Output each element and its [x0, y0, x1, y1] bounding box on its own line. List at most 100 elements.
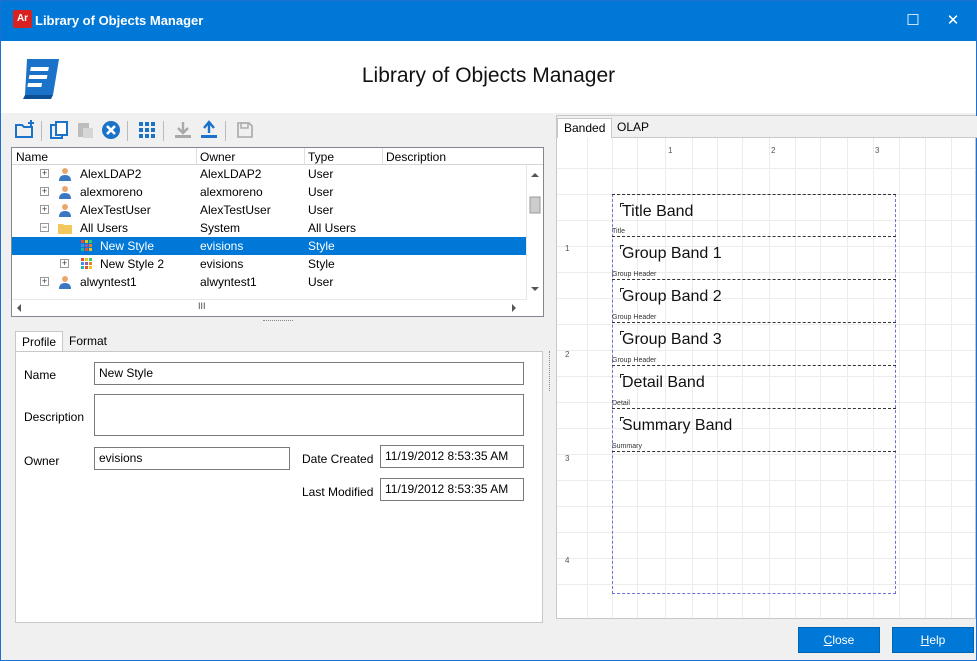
row-type: User — [308, 203, 334, 217]
row-owner: AlexTestUser — [200, 203, 271, 217]
tree-row[interactable]: + New Style 2 evisions Style — [12, 255, 526, 273]
app-icon: Ar — [13, 10, 32, 28]
tree-row[interactable]: − All Users System All Users — [12, 219, 526, 237]
group-band-2[interactable]: Group Band 2 Group Header — [612, 280, 896, 323]
row-type: Style — [308, 257, 335, 271]
app-window: Ar Library of Objects Manager ☐ ✕ Librar… — [0, 0, 977, 661]
last-modified-field[interactable]: 11/19/2012 8:53:35 AM — [380, 478, 524, 501]
description-field[interactable] — [94, 394, 524, 436]
group-band-1[interactable]: Group Band 1 Group Header — [612, 237, 896, 280]
row-name: All Users — [80, 221, 129, 235]
band-title: Summary Band — [622, 417, 733, 434]
ruler-label: 3 — [565, 454, 570, 463]
title-bar: Ar Library of Objects Manager ☐ ✕ — [1, 1, 976, 41]
toolbar-separator — [41, 121, 42, 141]
toolbar-separator — [163, 121, 164, 141]
report-design-canvas[interactable]: 1 2 3 1 2 3 4 Title Band Title Group Ban… — [557, 138, 975, 618]
band-title: Title Band — [622, 203, 694, 220]
style-icon — [80, 239, 94, 253]
owner-label: Owner — [24, 454, 60, 468]
description-label: Description — [24, 410, 85, 424]
collapse-toggle[interactable]: − — [40, 223, 49, 232]
close-window-button[interactable]: ✕ — [941, 9, 965, 33]
help-button[interactable]: Help — [892, 627, 974, 653]
detail-band[interactable]: Detail Band Detail — [612, 366, 896, 409]
tree-horizontal-scrollbar[interactable]: III — [12, 299, 526, 316]
new-folder-icon[interactable] — [13, 117, 37, 143]
toolbar-separator — [127, 121, 128, 141]
upload-icon[interactable] — [197, 117, 221, 143]
vertical-splitter[interactable] — [549, 351, 551, 391]
maximize-button[interactable]: ☐ — [901, 9, 925, 33]
row-owner: alexmoreno — [200, 185, 263, 199]
tree-vertical-scrollbar[interactable] — [526, 165, 543, 300]
tree-row[interactable]: + AlexTestUser AlexTestUser User — [12, 201, 526, 219]
ruler-label: 3 — [875, 146, 880, 155]
objects-tree[interactable]: Name Owner Type Description + AlexLDAP2 … — [11, 147, 544, 317]
date-created-label: Date Created — [302, 452, 374, 466]
tree-row[interactable]: + alexmoreno alexmoreno User — [12, 183, 526, 201]
tree-row[interactable]: + alwyntest1 alwyntest1 User — [12, 273, 526, 291]
column-header-type[interactable]: Type — [308, 150, 334, 164]
band-type-label: Title — [612, 228, 625, 235]
row-name: AlexLDAP2 — [80, 167, 142, 181]
close-button[interactable]: Close — [798, 627, 880, 653]
date-created-field[interactable]: 11/19/2012 8:53:35 AM — [380, 445, 524, 468]
window-title: Library of Objects Manager — [35, 13, 204, 28]
user-icon — [58, 167, 72, 181]
summary-band[interactable]: Summary Band Summary — [612, 409, 896, 452]
design-panel: Banded OLAP 1 2 3 1 2 3 4 Title Band Tit… — [556, 115, 977, 619]
row-owner: AlexLDAP2 — [200, 167, 262, 181]
column-header-owner[interactable]: Owner — [200, 150, 235, 164]
column-header-name[interactable]: Name — [16, 150, 48, 164]
owner-field[interactable]: evisions — [94, 447, 290, 470]
grid-line — [557, 168, 975, 169]
column-header-description[interactable]: Description — [386, 150, 446, 164]
column-divider — [196, 148, 197, 164]
ruler-label: 1 — [668, 146, 673, 155]
scroll-thumb-grip: III — [198, 301, 206, 311]
toolbar — [11, 117, 546, 147]
band-title: Group Band 1 — [622, 245, 722, 262]
ruler-label: 1 — [565, 244, 570, 253]
last-modified-label: Last Modified — [302, 485, 374, 499]
header: Library of Objects Manager — [1, 41, 976, 113]
user-icon — [58, 275, 72, 289]
title-band[interactable]: Title Band Title — [612, 194, 896, 237]
expand-toggle[interactable]: + — [60, 259, 69, 268]
name-label: Name — [24, 368, 57, 382]
tab-profile[interactable]: Profile — [15, 331, 63, 352]
download-icon[interactable] — [171, 117, 195, 143]
grid-line — [587, 138, 588, 618]
tree-row-selected[interactable]: New Style evisions Style — [12, 237, 526, 255]
tab-olap[interactable]: OLAP — [611, 118, 655, 138]
paste-icon[interactable] — [73, 117, 97, 143]
tab-banded[interactable]: Banded — [557, 118, 613, 138]
dialog-footer: Close Help — [1, 621, 976, 661]
delete-icon[interactable] — [99, 117, 123, 143]
copy-icon[interactable] — [47, 117, 71, 143]
style-icon — [80, 257, 94, 271]
band-title: Group Band 2 — [622, 288, 722, 305]
band-type-label: Summary — [612, 443, 642, 450]
close-label: lose — [832, 633, 855, 647]
expand-toggle[interactable]: + — [40, 277, 49, 286]
save-icon[interactable] — [233, 117, 257, 143]
expand-toggle[interactable]: + — [40, 169, 49, 178]
band-title: Group Band 3 — [622, 331, 722, 348]
design-tabs: Banded OLAP — [557, 116, 977, 138]
band-title: Detail Band — [622, 374, 705, 391]
group-band-3[interactable]: Group Band 3 Group Header — [612, 323, 896, 366]
horizontal-splitter[interactable] — [263, 320, 293, 323]
expand-toggle[interactable]: + — [40, 187, 49, 196]
band-type-label: Detail — [612, 400, 630, 407]
row-name: alexmoreno — [80, 185, 143, 199]
grid-icon[interactable] — [135, 117, 159, 143]
column-divider — [382, 148, 383, 164]
name-field[interactable]: New Style — [94, 362, 524, 385]
tab-format[interactable]: Format — [63, 331, 113, 352]
tree-row[interactable]: + AlexLDAP2 AlexLDAP2 User — [12, 165, 526, 183]
band-type-label: Group Header — [612, 357, 657, 364]
row-type: User — [308, 275, 334, 289]
expand-toggle[interactable]: + — [40, 205, 49, 214]
